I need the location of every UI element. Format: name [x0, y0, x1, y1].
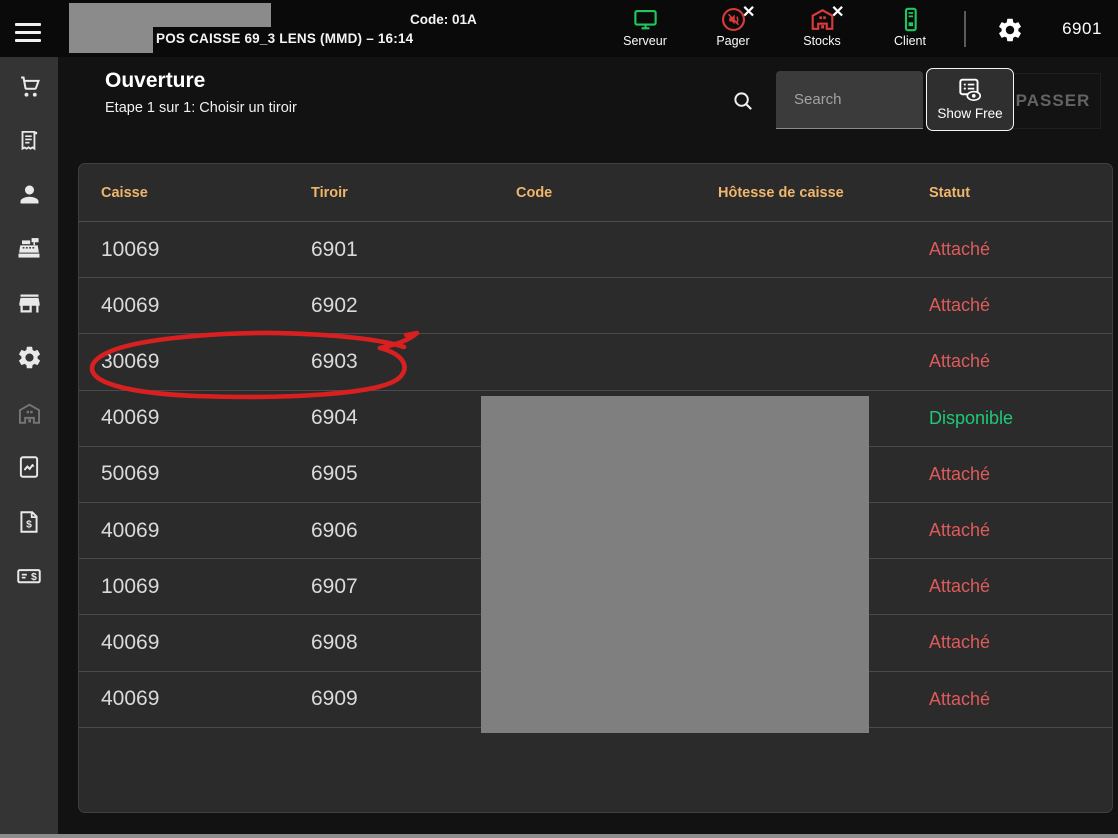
monitor-icon — [633, 9, 657, 30]
top-bar: POS CAISSE 69_3 LENS (MMD) – 16:14 Code:… — [0, 0, 1118, 57]
table-row[interactable]: 30069 6903 Attaché — [79, 334, 1112, 391]
cell-statut: Attaché — [929, 576, 991, 597]
status-label: Pager — [716, 34, 750, 48]
gear-icon — [18, 346, 40, 368]
sidebar-item-receipts[interactable] — [9, 120, 49, 160]
cell-tiroir: 6906 — [311, 518, 358, 542]
terminal-icon — [904, 7, 917, 32]
dollar-doc-icon: $ — [20, 511, 38, 533]
table-row[interactable]: 40069 6902 Attaché — [79, 278, 1112, 335]
cell-tiroir: 6908 — [311, 630, 358, 654]
pos-title: POS CAISSE 69_3 LENS (MMD) – 16:14 — [156, 31, 414, 46]
cell-caisse: 10069 — [101, 574, 160, 598]
column-header-tiroir: Tiroir — [311, 184, 348, 201]
sidebar-item-warehouse[interactable] — [9, 393, 49, 433]
redaction-logo-block-2 — [153, 3, 271, 27]
cell-statut: Attaché — [929, 351, 991, 372]
cart-icon — [20, 75, 40, 97]
sidebar-item-store[interactable] — [9, 283, 49, 323]
status-stocks[interactable]: ✕ Stocks — [783, 4, 861, 48]
cell-tiroir: 6904 — [311, 406, 358, 430]
cell-statut: Attaché — [929, 239, 991, 260]
topbar-divider — [964, 11, 966, 47]
sidebar-item-invoices[interactable]: $ — [9, 502, 49, 542]
column-header-caisse: Caisse — [101, 184, 148, 201]
sidebar-item-cheque[interactable]: $ — [9, 556, 49, 596]
cell-tiroir: 6905 — [311, 462, 358, 486]
station-number: 6901 — [1062, 19, 1102, 38]
sidebar-nav: $ $ — [0, 57, 58, 838]
sidebar-item-customers[interactable] — [9, 174, 49, 214]
svg-text:$: $ — [26, 519, 32, 530]
column-header-code: Code — [516, 184, 553, 201]
cell-statut: Attaché — [929, 520, 991, 541]
status-client[interactable]: Client — [871, 6, 949, 48]
cell-statut: Attaché — [929, 463, 991, 484]
receipt-icon — [21, 130, 38, 151]
cell-caisse: 10069 — [101, 237, 160, 261]
cell-caisse: 40069 — [101, 406, 160, 430]
redaction-box — [481, 396, 869, 733]
page-title: Ouverture — [105, 69, 206, 92]
cell-caisse: 40069 — [101, 518, 160, 542]
cell-caisse: 40069 — [101, 293, 160, 317]
error-x-icon: ✕ — [831, 4, 845, 21]
redaction-logo-block — [69, 3, 153, 53]
cell-caisse: 50069 — [101, 462, 160, 486]
show-free-label: Show Free — [937, 106, 1003, 121]
warehouse-icon — [18, 403, 40, 424]
code-label: Code: 01A — [410, 12, 477, 27]
settings-gear-icon[interactable] — [996, 16, 1024, 44]
report-doc-icon — [19, 456, 39, 478]
svg-text:$: $ — [31, 571, 37, 583]
status-pager[interactable]: ✕ Pager — [694, 4, 772, 48]
cell-statut: Attaché — [929, 632, 991, 653]
cell-statut: Attaché — [929, 295, 991, 316]
error-x-icon: ✕ — [742, 4, 756, 21]
cell-caisse: 30069 — [101, 349, 160, 373]
cell-caisse: 40069 — [101, 687, 160, 711]
cash-register-icon — [18, 238, 40, 258]
cell-statut: Attaché — [929, 688, 991, 709]
show-free-icon — [959, 78, 982, 101]
sidebar-item-cart[interactable] — [9, 66, 49, 106]
cell-tiroir: 6907 — [311, 574, 358, 598]
table-header-row: Caisse Tiroir Code Hôtesse de caisse Sta… — [79, 164, 1112, 222]
cell-statut: Disponible — [929, 407, 1014, 428]
column-header-statut: Statut — [929, 184, 971, 201]
column-header-hotesse: Hôtesse de caisse — [718, 184, 844, 201]
status-label: Client — [894, 34, 926, 48]
show-free-button[interactable]: Show Free — [926, 68, 1014, 131]
storefront-icon — [18, 294, 40, 312]
window-bottom-edge — [0, 834, 1118, 838]
passer-button[interactable]: PASSER — [1005, 73, 1101, 129]
cell-tiroir: 6902 — [311, 293, 358, 317]
hamburger-menu-icon[interactable] — [15, 18, 41, 42]
cell-caisse: 40069 — [101, 630, 160, 654]
page-subtitle: Etape 1 sur 1: Choisir un tiroir — [105, 100, 297, 116]
cell-tiroir: 6901 — [311, 237, 358, 261]
person-icon — [20, 185, 38, 203]
sidebar-item-settings[interactable] — [9, 337, 49, 377]
cheque-icon: $ — [17, 569, 41, 584]
status-label: Stocks — [803, 34, 841, 48]
search-input[interactable] — [776, 71, 923, 129]
sidebar-item-cash-register[interactable] — [9, 228, 49, 268]
sidebar-item-reports[interactable] — [9, 447, 49, 487]
search-icon[interactable] — [732, 90, 755, 118]
table-row[interactable]: 10069 6901 Attaché — [79, 222, 1112, 279]
cell-tiroir: 6909 — [311, 687, 358, 711]
status-serveur[interactable]: Serveur — [606, 6, 684, 48]
status-label: Serveur — [623, 34, 667, 48]
cell-tiroir: 6903 — [311, 349, 358, 373]
